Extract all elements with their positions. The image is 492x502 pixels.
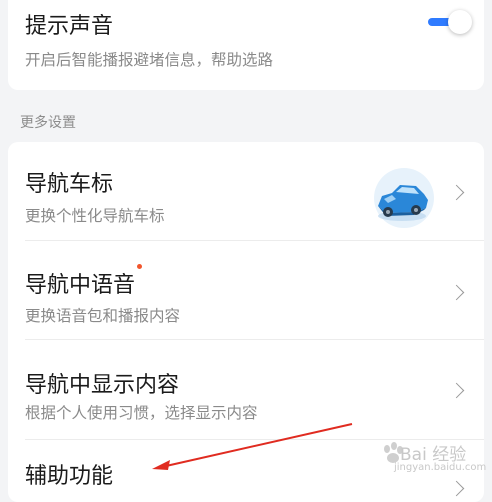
- setting-title: 导航车标: [25, 172, 114, 197]
- setting-subtitle: 更换语音包和播报内容: [25, 307, 181, 325]
- section-header-more-settings: 更多设置: [20, 115, 76, 131]
- setting-row-display-content[interactable]: 导航中显示内容 根据个人使用习惯，选择显示内容: [8, 340, 484, 438]
- chevron-right-icon: [448, 382, 465, 399]
- prompt-sound-subtitle: 开启后智能播报避堵信息，帮助选路: [25, 51, 274, 69]
- prompt-sound-card: 提示声音 开启后智能播报避堵信息，帮助选路: [8, 0, 484, 90]
- red-dot-badge: [137, 264, 142, 269]
- setting-title: 导航中语音: [25, 273, 136, 298]
- setting-row-navigation-voice[interactable]: 导航中语音 更换语音包和播报内容: [8, 241, 484, 339]
- setting-row-car-marker[interactable]: 导航车标 更换个性化导航车标: [8, 142, 484, 240]
- prompt-sound-title: 提示声音: [25, 14, 114, 39]
- chevron-right-icon: [448, 284, 465, 301]
- toggle-knob: [448, 10, 472, 34]
- setting-title: 导航中显示内容: [25, 373, 180, 398]
- setting-subtitle: 根据个人使用习惯，选择显示内容: [25, 404, 258, 422]
- chevron-right-icon: [448, 184, 465, 201]
- setting-subtitle: 更换个性化导航车标: [25, 207, 165, 225]
- car-icon: [374, 168, 434, 228]
- watermark-url: jingyan.baidu.com: [394, 462, 487, 473]
- chevron-right-icon: [448, 480, 465, 497]
- prompt-sound-toggle[interactable]: [426, 10, 476, 34]
- setting-title: 辅助功能: [25, 464, 114, 489]
